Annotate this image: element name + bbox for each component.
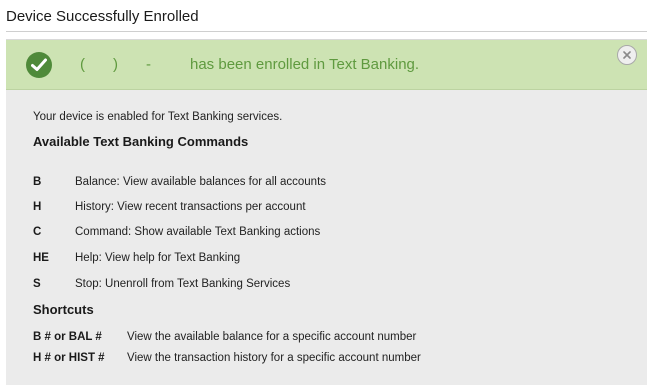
shortcuts-heading: Shortcuts bbox=[33, 302, 94, 317]
command-key: C bbox=[33, 226, 42, 238]
shortcut-description: View the available balance for a specifi… bbox=[127, 331, 417, 343]
shortcut-description: View the transaction history for a speci… bbox=[127, 352, 421, 364]
command-key: H bbox=[33, 201, 42, 213]
intro-text: Your device is enabled for Text Banking … bbox=[33, 111, 283, 123]
phone-area-open: ( bbox=[80, 56, 85, 73]
check-circle-icon bbox=[26, 52, 52, 78]
command-description: Command: Show available Text Banking act… bbox=[75, 226, 321, 238]
close-icon bbox=[623, 51, 631, 59]
command-key: B bbox=[33, 176, 42, 188]
commands-heading: Available Text Banking Commands bbox=[33, 134, 249, 149]
enrollment-message: has been enrolled in Text Banking. bbox=[190, 56, 420, 73]
shortcut-key: H # or HIST # bbox=[33, 352, 105, 364]
command-key: S bbox=[33, 278, 41, 290]
dialog-title: Device Successfully Enrolled bbox=[6, 8, 199, 25]
phone-separator: - bbox=[146, 56, 151, 73]
title-divider bbox=[6, 31, 647, 32]
command-description: History: View recent transactions per ac… bbox=[75, 201, 306, 213]
command-description: Stop: Unenroll from Text Banking Service… bbox=[75, 278, 291, 290]
command-description: Balance: View available balances for all… bbox=[75, 176, 327, 188]
command-key: HE bbox=[33, 252, 49, 264]
close-alert-button[interactable] bbox=[617, 45, 637, 65]
enrollment-dialog: Device Successfully Enrolled ( ) - has b… bbox=[0, 0, 653, 390]
shortcut-key: B # or BAL # bbox=[33, 331, 102, 343]
command-description: Help: View help for Text Banking bbox=[75, 252, 241, 264]
phone-area-close: ) bbox=[113, 56, 118, 73]
